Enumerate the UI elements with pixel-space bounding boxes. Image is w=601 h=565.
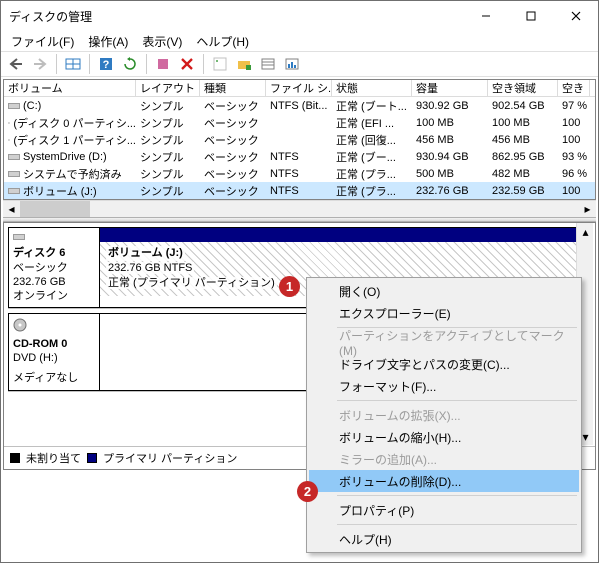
settings-icon[interactable] bbox=[152, 53, 174, 75]
table-row[interactable]: システムで予約済みシンプルベーシックNTFS正常 (プラ...500 MB482… bbox=[4, 165, 595, 182]
menu-file[interactable]: ファイル(F) bbox=[5, 31, 80, 52]
ctx-help[interactable]: ヘルプ(H) bbox=[309, 528, 579, 550]
scroll-up-icon[interactable]: ▴ bbox=[577, 223, 594, 240]
table-row[interactable]: ボリューム (J:)シンプルベーシックNTFS正常 (プラ...232.76 G… bbox=[4, 182, 595, 199]
callout-badge-1: 1 bbox=[279, 276, 300, 297]
context-menu: 開く(O) エクスプローラー(E) パーティションをアクティブとしてマーク(M)… bbox=[306, 277, 582, 553]
delete-icon[interactable] bbox=[176, 53, 198, 75]
table-row[interactable]: (C:)シンプルベーシックNTFS (Bit...正常 (ブート...930.9… bbox=[4, 97, 595, 114]
ctx-format[interactable]: フォーマット(F)... bbox=[309, 375, 579, 397]
col-layout[interactable]: レイアウト bbox=[136, 80, 200, 96]
window-title: ディスクの管理 bbox=[9, 8, 463, 25]
ctx-delete[interactable]: ボリュームの削除(D)... bbox=[309, 470, 579, 492]
menu-view[interactable]: 表示(V) bbox=[136, 31, 188, 52]
table-row[interactable]: (ディスク 1 パーティシ...シンプルベーシック正常 (回復...456 MB… bbox=[4, 131, 595, 148]
close-button[interactable] bbox=[553, 1, 598, 31]
scroll-right-icon[interactable]: ▸ bbox=[579, 201, 596, 217]
ctx-mark-active: パーティションをアクティブとしてマーク(M) bbox=[309, 331, 579, 353]
col-volume[interactable]: ボリューム bbox=[4, 80, 136, 96]
ctx-shrink[interactable]: ボリュームの縮小(H)... bbox=[309, 426, 579, 448]
volume-table: ボリュームレイアウト種類ファイル シ...状態容量空き領域空き (C:)シンプル… bbox=[3, 79, 596, 200]
folder-icon[interactable] bbox=[233, 53, 255, 75]
ctx-properties[interactable]: プロパティ(P) bbox=[309, 499, 579, 521]
menu-help[interactable]: ヘルプ(H) bbox=[190, 31, 255, 52]
cdrom-info: CD-ROM 0 DVD (H:) メディアなし bbox=[8, 313, 100, 391]
table-header: ボリュームレイアウト種類ファイル シ...状態容量空き領域空き bbox=[4, 80, 595, 97]
col-status[interactable]: 状態 bbox=[332, 80, 412, 96]
chart-icon[interactable] bbox=[281, 53, 303, 75]
refresh-icon[interactable] bbox=[119, 53, 141, 75]
table-row[interactable]: SystemDrive (D:)シンプルベーシックNTFS正常 (ブー...93… bbox=[4, 148, 595, 165]
col-capacity[interactable]: 容量 bbox=[412, 80, 488, 96]
legend-primary-swatch bbox=[87, 453, 97, 463]
titlebar: ディスクの管理 bbox=[1, 1, 598, 31]
help-icon[interactable]: ? bbox=[95, 53, 117, 75]
toolbar: ? bbox=[1, 51, 598, 77]
list-icon[interactable] bbox=[257, 53, 279, 75]
legend-primary-label: プライマリ パーティション bbox=[103, 450, 237, 466]
ctx-mirror: ミラーの追加(A)... bbox=[309, 448, 579, 470]
col-free[interactable]: 空き領域 bbox=[488, 80, 558, 96]
svg-text:?: ? bbox=[103, 59, 110, 71]
col-type[interactable]: 種類 bbox=[200, 80, 266, 96]
back-button[interactable] bbox=[5, 53, 27, 75]
forward-button[interactable] bbox=[29, 53, 51, 75]
callout-badge-2: 2 bbox=[297, 481, 318, 502]
col-filesystem[interactable]: ファイル シ... bbox=[266, 80, 332, 96]
scroll-left-icon[interactable]: ◂ bbox=[3, 201, 20, 217]
legend-unallocated-label: 未割り当て bbox=[26, 450, 81, 466]
properties-icon[interactable] bbox=[209, 53, 231, 75]
horizontal-scrollbar[interactable]: ◂ ▸ bbox=[3, 200, 596, 217]
ctx-extend: ボリュームの拡張(X)... bbox=[309, 404, 579, 426]
ctx-explorer[interactable]: エクスプローラー(E) bbox=[309, 302, 579, 324]
ctx-open[interactable]: 開く(O) bbox=[309, 280, 579, 302]
legend-unallocated-swatch bbox=[10, 453, 20, 463]
table-view-button[interactable] bbox=[62, 53, 84, 75]
disk-info: ディスク 6 ベーシック 232.76 GB オンライン bbox=[8, 227, 100, 308]
maximize-button[interactable] bbox=[508, 1, 553, 31]
table-row[interactable]: (ディスク 0 パーティシ...シンプルベーシック正常 (EFI ...100 … bbox=[4, 114, 595, 131]
menubar: ファイル(F) 操作(A) 表示(V) ヘルプ(H) bbox=[1, 31, 598, 51]
minimize-button[interactable] bbox=[463, 1, 508, 31]
col-pct[interactable]: 空き bbox=[558, 80, 590, 96]
menu-action[interactable]: 操作(A) bbox=[82, 31, 134, 52]
